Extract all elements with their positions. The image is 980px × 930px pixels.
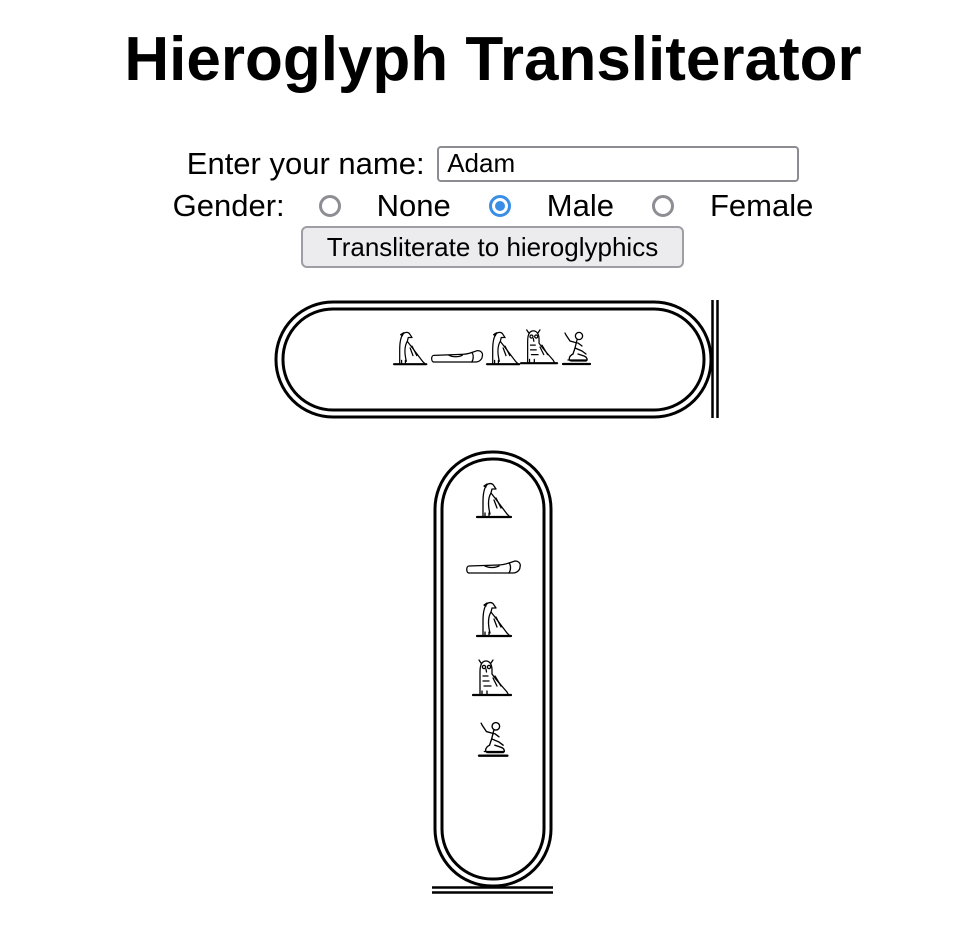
seated-man-glyph-h <box>561 331 592 366</box>
vulture-glyph-v1 <box>475 482 513 519</box>
vulture-glyph-v2 <box>475 601 513 638</box>
vertical-cartouche <box>432 450 553 894</box>
horizontal-cartouche <box>274 300 719 419</box>
owl-glyph-h <box>519 328 559 365</box>
seated-man-glyph-v <box>477 721 509 757</box>
vulture-glyph-h1 <box>392 331 428 366</box>
hand-glyph-v <box>466 560 521 574</box>
hand-glyph-h <box>431 349 484 363</box>
vulture-glyph-h2 <box>485 331 521 366</box>
cartouche-canvas <box>274 300 719 894</box>
owl-glyph-v <box>471 658 513 697</box>
